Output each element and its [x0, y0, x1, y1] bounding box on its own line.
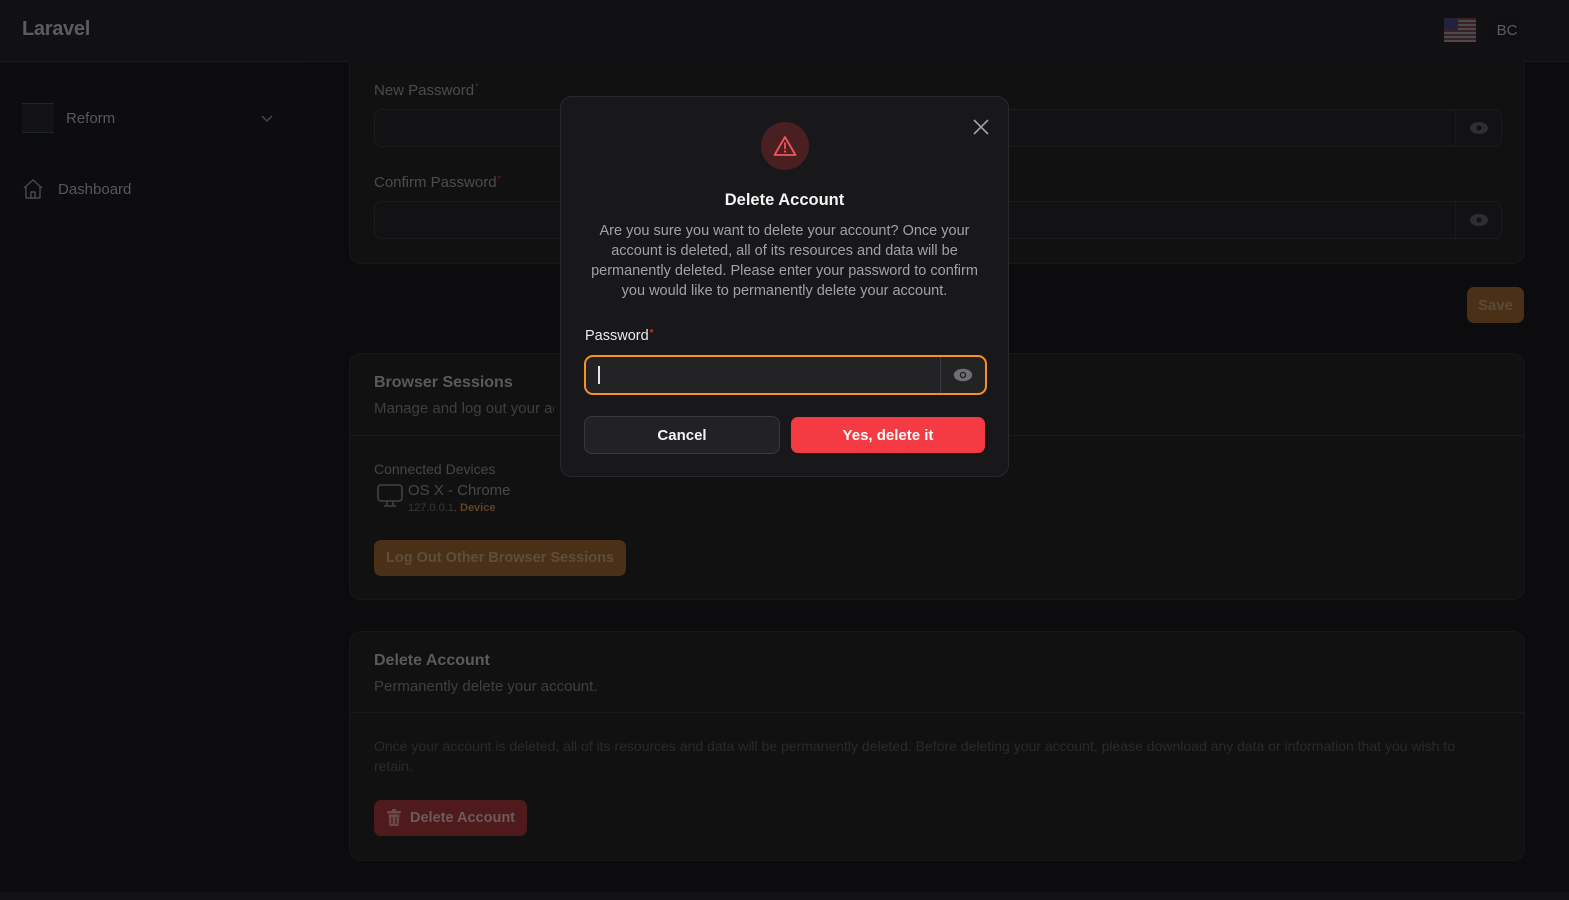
modal-title: Delete Account	[724, 191, 845, 209]
home-icon	[23, 179, 43, 199]
toggle-password-visibility-button[interactable]	[940, 357, 985, 393]
close-icon	[973, 119, 989, 135]
delete-account-description: Once your account is deleted, all of its…	[374, 738, 1455, 774]
password-input[interactable]	[586, 357, 941, 393]
eye-icon	[1469, 214, 1488, 226]
top-bar: Laravel BC	[0, 0, 1569, 62]
logout-other-sessions-button[interactable]: Log Out Other Browser Sessions	[374, 540, 627, 576]
chevron-down-icon	[261, 115, 273, 122]
device-name: OS X - Chrome	[408, 482, 511, 499]
section-title: Browser Sessions	[374, 374, 513, 391]
trash-icon	[387, 809, 401, 826]
delete-account-button[interactable]: Delete Account	[374, 800, 528, 836]
cancel-button[interactable]: Cancel	[584, 416, 780, 454]
sidebar-item-dashboard[interactable]: Dashboard	[22, 178, 131, 200]
device-status: Device	[460, 502, 496, 514]
delete-account-modal: Delete Account Are you sure you want to …	[560, 96, 1009, 477]
eye-icon	[953, 368, 973, 382]
new-password-label: New Password*	[374, 82, 479, 99]
team-name: Reform	[66, 109, 116, 127]
modal-description: Are you sure you want to delete your acc…	[591, 223, 978, 299]
close-button[interactable]	[969, 115, 993, 139]
password-label: Password*	[585, 328, 654, 344]
brand-logo[interactable]: Laravel	[22, 18, 90, 41]
team-switcher[interactable]: Reform	[22, 100, 282, 136]
password-field[interactable]	[584, 355, 987, 395]
delete-account-card: Delete Account Permanently delete your a…	[349, 631, 1525, 861]
required-marker: *	[649, 328, 654, 339]
us-flag-icon[interactable]	[1444, 18, 1476, 42]
warning-icon	[773, 136, 797, 156]
text-caret	[598, 366, 600, 384]
delete-account-button-label: Delete Account	[410, 810, 516, 826]
save-button[interactable]: Save	[1467, 287, 1524, 323]
section-subtitle: Permanently delete your account.	[374, 678, 598, 695]
confirm-password-label: Confirm Password*	[374, 174, 502, 191]
desktop-icon	[377, 484, 403, 507]
connected-devices-label: Connected Devices	[374, 461, 496, 477]
confirm-delete-button[interactable]: Yes, delete it	[791, 417, 985, 453]
team-logo	[22, 103, 54, 133]
footer-strip	[0, 892, 1569, 900]
user-avatar[interactable]: BC	[1488, 14, 1526, 46]
toggle-visibility-button[interactable]	[1455, 202, 1501, 238]
divider	[350, 712, 1524, 713]
section-subtitle: Manage and log out your active sessions …	[374, 400, 554, 417]
warning-badge	[761, 122, 809, 170]
sidebar-item-label: Dashboard	[58, 180, 132, 198]
device-item: OS X - Chrome 127.0.0.1, Device	[376, 482, 511, 516]
eye-icon	[1469, 122, 1488, 134]
toggle-visibility-button[interactable]	[1455, 110, 1501, 146]
section-title: Delete Account	[374, 652, 490, 669]
device-ip: 127.0.0.1,	[408, 502, 457, 514]
